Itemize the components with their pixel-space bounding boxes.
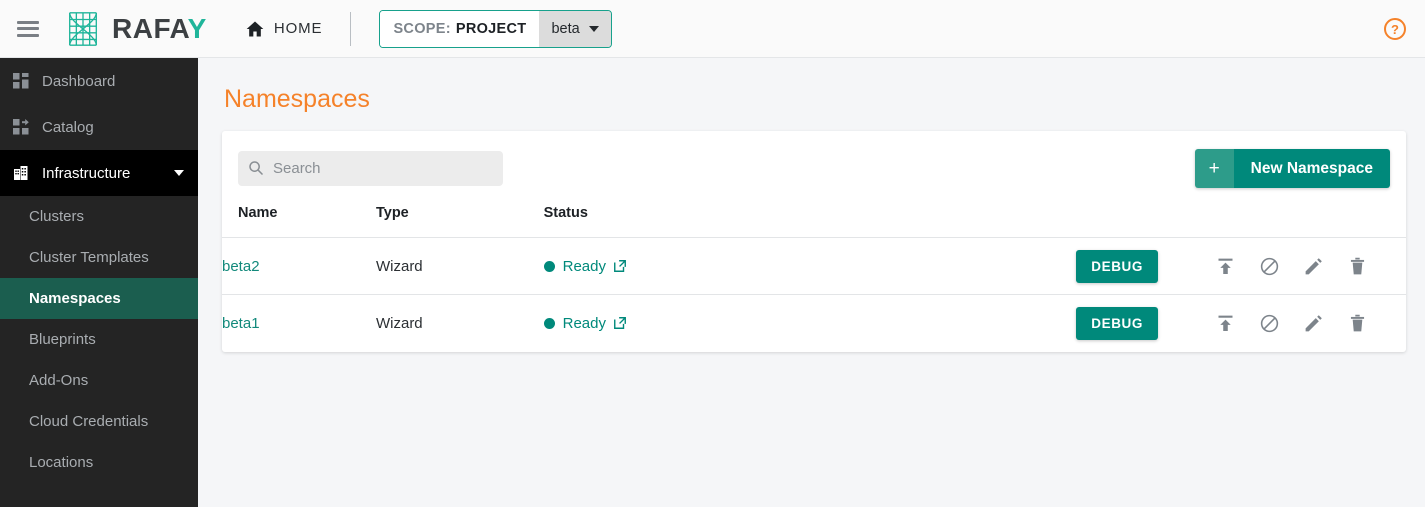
cell-actions: DEBUG xyxy=(1076,295,1406,352)
cell-name: beta2 xyxy=(222,237,376,295)
plus-icon: + xyxy=(1194,149,1234,188)
sidebar-item-locations[interactable]: Locations xyxy=(0,442,198,483)
status-dot-icon xyxy=(543,317,555,329)
scope-value: PROJECT xyxy=(455,20,527,37)
sidebar-item-add-ons[interactable]: Add-Ons xyxy=(0,360,198,401)
project-scope-selector[interactable]: SCOPE: PROJECT beta xyxy=(379,9,612,48)
namespaces-card: + New Namespace Name Type Status beta2 W xyxy=(222,131,1406,352)
sidebar-sub-label: Namespaces xyxy=(29,290,121,307)
sidebar-item-dashboard[interactable]: Dashboard xyxy=(0,58,198,104)
table-row: beta1 Wizard Ready DEBUG xyxy=(222,295,1406,352)
debug-button[interactable]: DEBUG xyxy=(1076,249,1158,283)
brand-logo[interactable]: RAFAY xyxy=(64,10,207,48)
table-head: Name Type Status xyxy=(222,205,1406,238)
brand-name: RAFAY xyxy=(112,12,207,44)
home-nav-link[interactable]: HOME xyxy=(245,19,323,39)
status-label: Ready xyxy=(562,314,606,332)
namespace-link[interactable]: beta1 xyxy=(222,315,260,332)
main-content: Namespaces + New Namespace Name Type St xyxy=(198,58,1425,507)
sidebar-item-label: Infrastructure xyxy=(42,164,131,182)
status-badge: Ready xyxy=(543,257,1077,275)
cell-type: Wizard xyxy=(375,314,423,332)
sidebar-sub-label: Cloud Credentials xyxy=(29,413,149,430)
status-badge: Ready xyxy=(543,314,1077,332)
help-circle-icon[interactable]: ? xyxy=(1383,17,1407,41)
hamburger-bar xyxy=(17,27,39,30)
hamburger-menu-icon[interactable] xyxy=(17,20,39,37)
cell-status: Ready xyxy=(543,237,1077,295)
sidebar-item-cluster-templates[interactable]: Cluster Templates xyxy=(0,237,198,278)
project-dropdown[interactable]: beta xyxy=(539,10,611,47)
topbar-divider xyxy=(350,11,352,46)
sidebar-item-clusters[interactable]: Clusters xyxy=(0,196,198,237)
sidebar-item-catalog[interactable]: Catalog xyxy=(0,104,198,150)
cell-status: Ready xyxy=(543,295,1077,352)
top-bar: RAFAY HOME SCOPE: PROJECT beta ? xyxy=(0,0,1425,58)
sidebar-item-infrastructure[interactable]: Infrastructure xyxy=(0,150,198,196)
search-icon xyxy=(249,161,264,176)
publish-icon[interactable] xyxy=(1215,313,1236,334)
new-namespace-button[interactable]: + New Namespace xyxy=(1194,149,1390,188)
external-link-icon[interactable] xyxy=(613,316,627,330)
sidebar-sub-label: Locations xyxy=(29,454,94,471)
sidebar: Dashboard Catalog Infrastructure Cluster… xyxy=(0,58,198,507)
sidebar-item-label: Catalog xyxy=(42,118,94,136)
block-icon[interactable] xyxy=(1259,256,1280,277)
row-actions: DEBUG xyxy=(1076,249,1406,283)
sidebar-sub-label: Add-Ons xyxy=(29,372,89,389)
table-header-row: Name Type Status xyxy=(222,205,1406,238)
row-actions: DEBUG xyxy=(1076,306,1406,340)
search-box[interactable] xyxy=(238,150,503,186)
sidebar-item-label: Dashboard xyxy=(42,72,116,90)
block-icon[interactable] xyxy=(1259,313,1280,334)
home-icon xyxy=(246,21,264,36)
search-input[interactable] xyxy=(273,159,478,177)
external-link-icon[interactable] xyxy=(613,259,627,273)
column-header-actions xyxy=(1076,205,1406,238)
column-header-status: Status xyxy=(543,205,1077,238)
building-icon xyxy=(12,164,30,182)
debug-button[interactable]: DEBUG xyxy=(1076,306,1158,340)
delete-trash-icon[interactable] xyxy=(1347,313,1368,334)
sidebar-sub-label: Clusters xyxy=(29,208,85,225)
cell-actions: DEBUG xyxy=(1076,237,1406,295)
column-header-type: Type xyxy=(375,205,544,238)
sidebar-item-namespaces[interactable]: Namespaces xyxy=(0,278,198,319)
hamburger-bar xyxy=(17,33,39,37)
sidebar-item-blueprints[interactable]: Blueprints xyxy=(0,319,198,360)
cell-name: beta1 xyxy=(222,295,376,352)
rafay-lattice-logo-icon xyxy=(69,11,97,46)
svg-text:?: ? xyxy=(1391,22,1399,37)
page-title: Namespaces xyxy=(224,85,370,113)
sidebar-sub-label: Cluster Templates xyxy=(29,249,149,266)
chevron-down-icon xyxy=(174,170,184,176)
sidebar-sub-label: Blueprints xyxy=(29,331,96,348)
status-label: Ready xyxy=(562,257,606,275)
column-header-name: Name xyxy=(222,205,376,238)
status-dot-icon xyxy=(543,260,555,272)
chevron-down-icon xyxy=(588,25,599,32)
edit-pencil-icon[interactable] xyxy=(1303,313,1324,334)
sidebar-item-cloud-credentials[interactable]: Cloud Credentials xyxy=(0,401,198,442)
dashboard-grid-icon xyxy=(12,72,30,90)
table-body: beta2 Wizard Ready DEBUG beta1 Wizard Re… xyxy=(222,237,1406,352)
scope-key: SCOPE: xyxy=(393,20,451,37)
table-row: beta2 Wizard Ready DEBUG xyxy=(222,237,1406,295)
namespaces-table: Name Type Status beta2 Wizard Ready DEBU… xyxy=(222,205,1406,352)
namespace-link[interactable]: beta2 xyxy=(222,258,260,275)
home-label: HOME xyxy=(273,20,323,37)
catalog-grid-icon xyxy=(12,118,30,136)
publish-icon[interactable] xyxy=(1215,256,1236,277)
new-namespace-label: New Namespace xyxy=(1233,149,1390,188)
scope-label: SCOPE: PROJECT xyxy=(380,10,540,47)
delete-trash-icon[interactable] xyxy=(1347,256,1368,277)
cell-type: Wizard xyxy=(375,237,544,295)
edit-pencil-icon[interactable] xyxy=(1303,256,1324,277)
hamburger-bar xyxy=(17,20,39,24)
card-toolbar: + New Namespace xyxy=(222,131,1406,205)
project-dropdown-value: beta xyxy=(551,20,580,37)
